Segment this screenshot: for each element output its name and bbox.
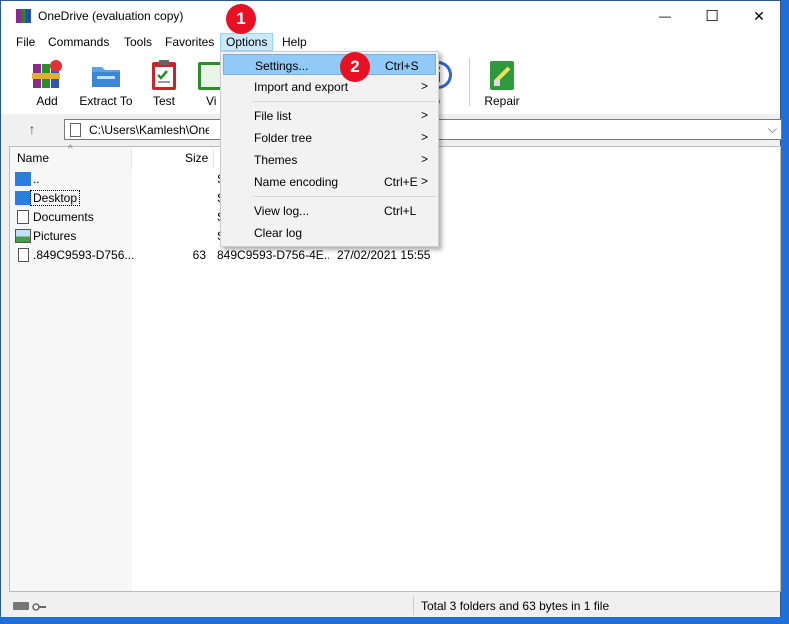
add-label: Add xyxy=(36,94,58,108)
sort-ascending-icon: ^ xyxy=(68,144,73,155)
menu-item-themes[interactable]: Themes > xyxy=(223,149,436,170)
extract-folder-icon xyxy=(89,58,123,92)
step-2-badge: 2 xyxy=(340,52,370,82)
file-name: .. xyxy=(33,172,40,186)
file-name: Documents xyxy=(33,210,94,224)
add-archive-icon xyxy=(30,58,64,92)
column-divider[interactable] xyxy=(131,149,132,169)
add-button[interactable]: Add xyxy=(17,58,77,108)
close-button[interactable]: ✕ xyxy=(736,1,782,31)
test-clipboard-icon xyxy=(147,58,181,92)
menu-help[interactable]: Help xyxy=(276,33,313,51)
step-1-badge: 1 xyxy=(226,4,256,34)
view-book-icon xyxy=(196,58,220,92)
repair-kit-icon xyxy=(485,58,519,92)
extract-to-button[interactable]: Extract To xyxy=(76,58,136,108)
column-header-name[interactable]: Name xyxy=(17,151,49,165)
status-bar: Total 3 folders and 63 bytes in 1 file xyxy=(1,595,780,617)
key-icon[interactable] xyxy=(32,601,46,611)
menu-item-folder-tree[interactable]: Folder tree > xyxy=(223,127,436,148)
drive-icon[interactable] xyxy=(13,602,29,610)
menu-favorites[interactable]: Favorites xyxy=(159,33,220,51)
status-text: Total 3 folders and 63 bytes in 1 file xyxy=(421,599,610,613)
menu-item-label: Folder tree xyxy=(254,131,313,145)
title-bar: OneDrive (evaluation copy) — ☐ ✕ xyxy=(1,1,780,32)
chevron-down-icon[interactable]: ⌵ xyxy=(768,122,777,137)
chevron-right-icon: > xyxy=(420,130,428,144)
menu-bar: File Commands Tools Favorites Options He… xyxy=(1,32,780,52)
menu-item-shortcut: Ctrl+L xyxy=(384,204,417,218)
menu-item-shortcut: Ctrl+E xyxy=(384,175,418,189)
close-icon: ✕ xyxy=(753,7,765,24)
file-date: 27/02/2021 15:55 xyxy=(337,248,431,262)
toolbar-separator xyxy=(469,58,470,106)
parent-folder-icon xyxy=(15,172,31,186)
menu-item-label: Name encoding xyxy=(254,175,339,189)
up-folder-button[interactable]: ↑ xyxy=(23,120,41,138)
menu-item-file-list[interactable]: File list > xyxy=(223,105,436,126)
file-name: Pictures xyxy=(33,229,77,243)
chevron-right-icon: > xyxy=(420,79,428,93)
winrar-app-icon xyxy=(16,8,32,24)
file-icon xyxy=(18,248,29,262)
window-title: OneDrive (evaluation copy) xyxy=(38,9,184,23)
chevron-right-icon: > xyxy=(420,152,428,166)
up-arrow-icon: ↑ xyxy=(28,121,36,137)
view-button[interactable]: Vi xyxy=(184,58,220,108)
menu-item-label: Themes xyxy=(254,153,298,167)
menu-options[interactable]: Options xyxy=(220,33,274,51)
chevron-right-icon: > xyxy=(420,174,428,188)
menu-item-label: Settings... xyxy=(255,59,309,73)
path-text: C:\Users\Kamlesh\OneDr xyxy=(89,123,209,137)
repair-label: Repair xyxy=(484,94,520,108)
documents-folder-icon xyxy=(17,210,29,224)
document-icon xyxy=(70,123,81,137)
options-menu: Settings... Ctrl+S Import and export > F… xyxy=(220,51,439,247)
menu-item-label: View log... xyxy=(254,204,310,218)
desktop-folder-icon xyxy=(15,191,31,205)
extract-to-label: Extract To xyxy=(79,94,133,108)
menu-item-import-export[interactable]: Import and export > xyxy=(223,76,436,97)
minimize-icon: — xyxy=(659,9,671,23)
minimize-button[interactable]: — xyxy=(642,1,688,31)
file-size: 63 xyxy=(192,248,206,262)
maximize-button[interactable]: ☐ xyxy=(689,1,735,31)
menu-item-label: Clear log xyxy=(254,226,303,240)
menu-item-label: Import and export xyxy=(254,80,349,94)
status-left-pane xyxy=(1,597,414,615)
menu-commands[interactable]: Commands xyxy=(42,33,115,51)
menu-item-clear-log[interactable]: Clear log xyxy=(223,222,436,243)
chevron-right-icon: > xyxy=(420,108,428,122)
menu-item-name-encoding[interactable]: Name encoding Ctrl+E > xyxy=(223,171,436,192)
menu-file[interactable]: File xyxy=(10,33,41,51)
menu-tools[interactable]: Tools xyxy=(118,33,158,51)
repair-button[interactable]: Repair xyxy=(472,58,532,108)
maximize-icon: ☐ xyxy=(705,8,719,25)
winrar-window: OneDrive (evaluation copy) — ☐ ✕ File Co… xyxy=(0,0,782,617)
column-divider[interactable] xyxy=(213,149,214,169)
file-name: .849C9593-D756... xyxy=(33,248,135,262)
column-header-size[interactable]: Size xyxy=(185,151,208,165)
menu-separator xyxy=(253,196,436,197)
view-label: Vi xyxy=(206,94,217,108)
menu-item-settings[interactable]: Settings... Ctrl+S xyxy=(223,54,436,75)
menu-separator xyxy=(253,101,436,102)
file-name: Desktop xyxy=(29,190,81,206)
file-type: 849C9593-D756-4E... xyxy=(217,248,329,262)
pictures-folder-icon xyxy=(15,229,31,243)
menu-item-view-log[interactable]: View log... Ctrl+L xyxy=(223,200,436,221)
list-item-file[interactable]: .849C9593-D756... 63 849C9593-D756-4E...… xyxy=(10,246,780,265)
menu-item-shortcut: Ctrl+S xyxy=(385,59,419,73)
menu-item-label: File list xyxy=(254,109,292,123)
